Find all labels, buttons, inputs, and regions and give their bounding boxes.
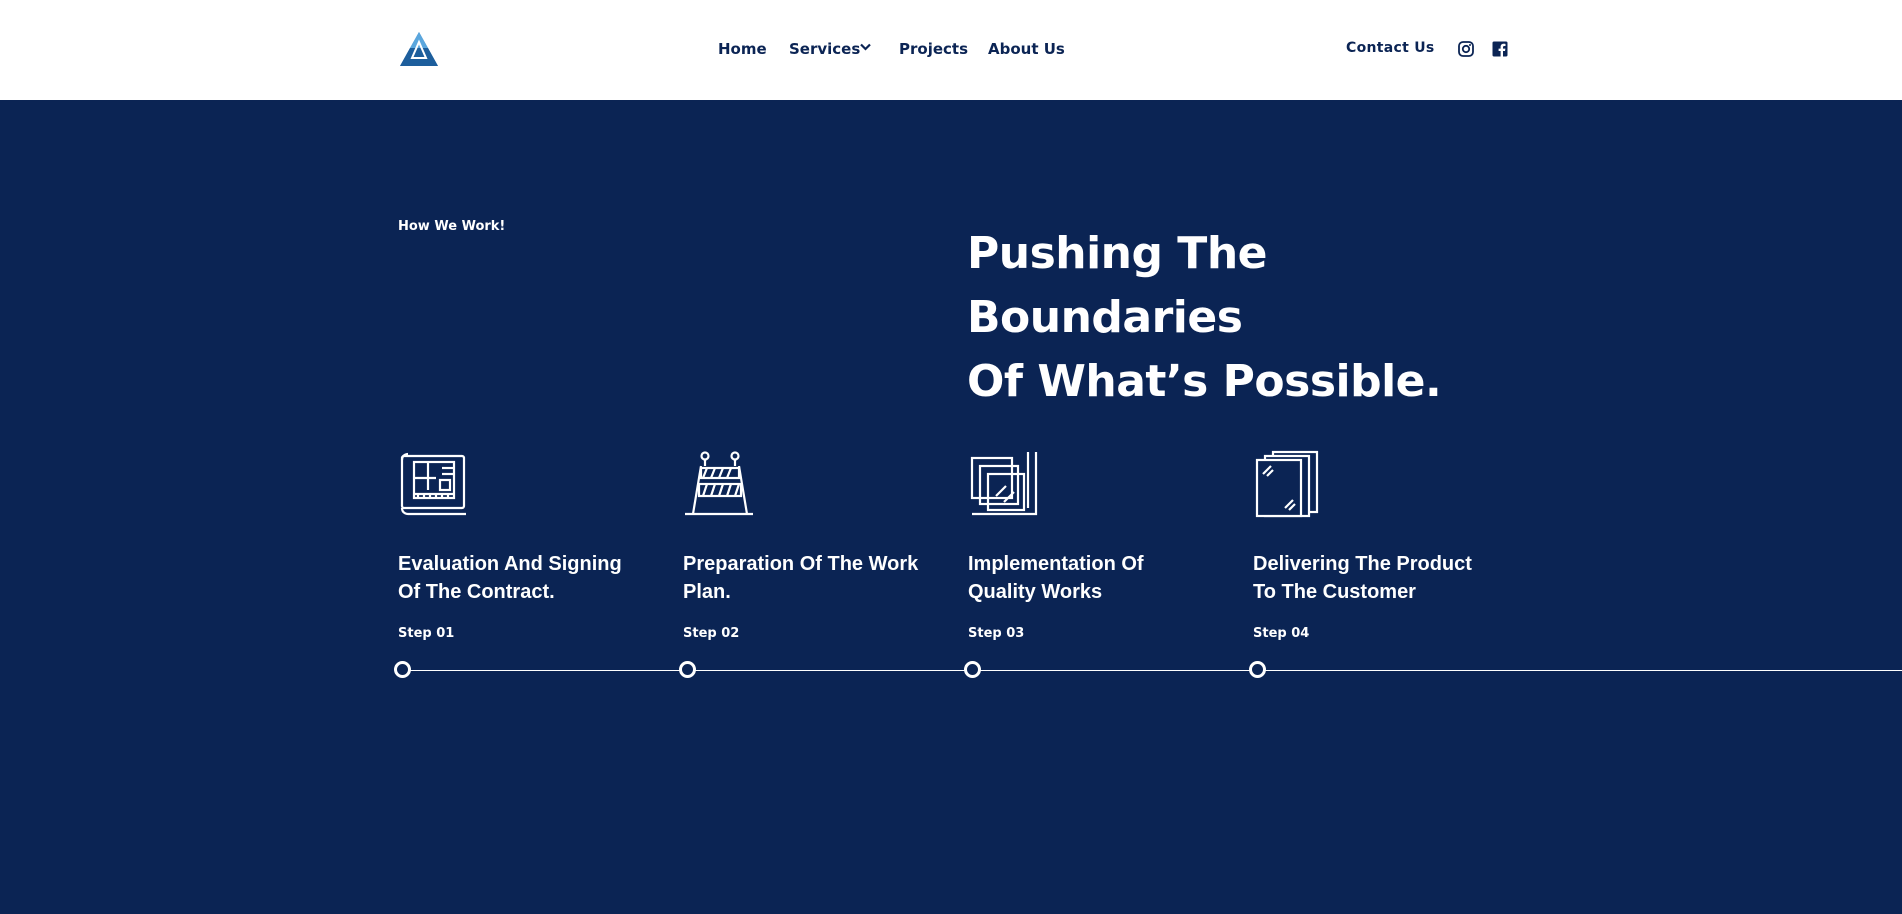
timeline-line [402,670,1902,671]
facebook-icon[interactable] [1492,41,1508,57]
headline-line-2: Of What’s Possible. [967,356,1442,407]
instagram-icon[interactable] [1458,41,1474,57]
section-eyebrow: How We Work! [398,219,506,234]
headline-line-1: Pushing The Boundaries [967,228,1268,343]
step-title-line-2: Plan. [683,581,731,603]
timeline-dot-2 [679,661,696,678]
step-title-line-2: Of The Contract. [398,581,555,603]
nav-about-us[interactable]: About Us [988,40,1065,100]
how-we-work-section [0,100,1902,914]
step-number: Step 03 [968,626,1025,641]
step-title: Evaluation And Signing Of The Contract. [398,550,658,606]
site-header: Home Services Projects About Us Contact … [0,0,1902,100]
step-title-line-1: Evaluation And Signing [398,553,622,575]
glass-panels-icon [1255,450,1319,518]
step-title-line-2: To The Customer [1253,581,1416,603]
nav-home[interactable]: Home [718,40,767,58]
section-headline: Pushing The Boundaries Of What’s Possibl… [967,222,1527,414]
step-number: Step 01 [398,626,455,641]
step-title-line-1: Preparation Of The Work [683,553,919,575]
construction-barrier-icon [685,451,753,516]
timeline-dot-1 [394,661,411,678]
nav-services[interactable]: Services [789,40,860,58]
step-title-line-1: Delivering The Product [1253,553,1472,575]
main-nav: Home Services Projects About Us [0,0,1902,100]
step-title: Preparation Of The Work Plan. [683,550,943,606]
blueprint-icon [400,452,466,516]
chevron-down-icon[interactable] [860,43,871,51]
contact-us-link[interactable]: Contact Us [1346,40,1435,56]
step-title: Implementation Of Quality Works [968,550,1228,606]
timeline-dot-4 [1249,661,1266,678]
step-title-line-1: Implementation Of [968,553,1144,575]
nav-projects[interactable]: Projects [899,40,968,58]
step-title: Delivering The Product To The Customer [1253,550,1513,606]
step-number: Step 02 [683,626,740,641]
timeline-dot-3 [964,661,981,678]
layered-panels-icon [970,452,1038,516]
step-number: Step 04 [1253,626,1310,641]
step-title-line-2: Quality Works [968,581,1103,603]
